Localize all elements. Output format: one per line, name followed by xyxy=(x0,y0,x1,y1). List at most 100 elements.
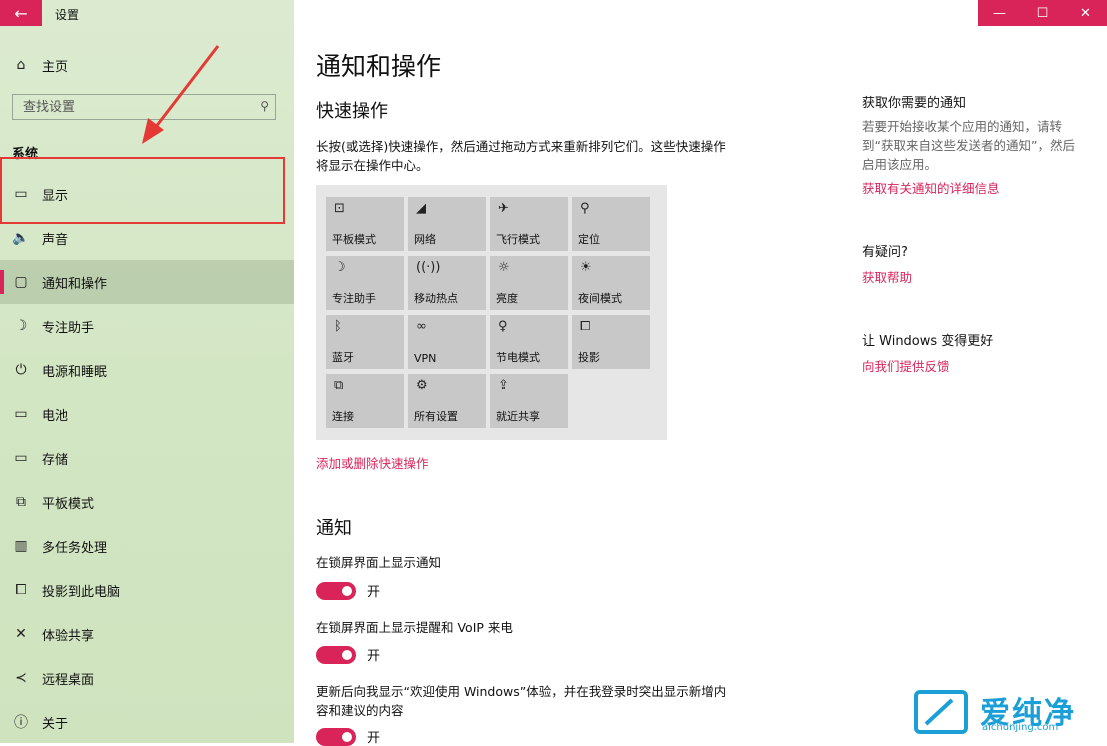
setting-label: 在锁屏界面上显示通知 xyxy=(316,555,442,570)
location-icon: ⚲ xyxy=(580,201,590,216)
sidebar-item-about[interactable]: ⓘ 关于 xyxy=(0,700,294,744)
sidebar-item-label: 电源和睡眠 xyxy=(42,364,108,380)
sidebar-item-label: 体验共享 xyxy=(42,628,95,644)
quick-action-tile[interactable]: ⚙ 所有设置 xyxy=(408,374,486,428)
sidebar-item-label: 专注助手 xyxy=(42,320,95,336)
sidebar-item-label: 主页 xyxy=(42,59,69,75)
watermark: 爱纯净 aichunjing.com xyxy=(914,690,1104,740)
tile-label: 投影 xyxy=(578,351,600,364)
quick-action-tile[interactable]: ⇪ 就近共享 xyxy=(490,374,568,428)
tile-label: 亮度 xyxy=(496,292,518,305)
tile-label: VPN xyxy=(414,352,437,365)
remote-desktop-icon: ≺ xyxy=(15,670,27,686)
sidebar-item-label: 电池 xyxy=(42,408,69,424)
quick-action-tile[interactable]: ⊡ 平板模式 xyxy=(326,197,404,251)
home-icon: ⌂ xyxy=(16,57,26,73)
nearby-share-icon: ⇪ xyxy=(498,378,509,393)
notification-icon: ▢ xyxy=(14,274,28,290)
maximize-button[interactable]: ☐ xyxy=(1021,0,1064,26)
get-notifications-text: 若要开始接收某个应用的通知，请转到“获取来自这些发送者的通知”，然后启用该应用。 xyxy=(862,119,1075,172)
app-title: 设置 xyxy=(55,8,80,22)
sidebar-item-label: 多任务处理 xyxy=(42,540,108,556)
sidebar-item-multitasking[interactable]: ▥ 多任务处理 xyxy=(0,524,294,568)
quick-action-tile[interactable]: ((·)) 移动热点 xyxy=(408,256,486,310)
battery-saver-icon: ♀ xyxy=(498,319,508,334)
sidebar-item-label: 声音 xyxy=(42,232,69,248)
quick-action-tile[interactable]: ☀ 夜间模式 xyxy=(572,256,650,310)
notifications-info-link[interactable]: 获取有关通知的详细信息 xyxy=(862,178,1000,197)
quick-action-tile[interactable]: ☽ 专注助手 xyxy=(326,256,404,310)
battery-icon: ▭ xyxy=(14,406,28,422)
maximize-icon: ☐ xyxy=(1036,5,1049,21)
watermark-logo-icon xyxy=(914,690,968,734)
project-icon: ⧠ xyxy=(15,582,27,598)
sidebar-item-project[interactable]: ⧠ 投影到此电脑 xyxy=(0,568,294,612)
sidebar-item-label: 关于 xyxy=(42,716,69,732)
network-icon: ◢ xyxy=(416,201,426,216)
quick-action-tile[interactable]: ⧉ 连接 xyxy=(326,374,404,428)
tablet-mode-icon: ⊡ xyxy=(334,201,345,216)
quick-action-tile[interactable]: ∞ VPN xyxy=(408,315,486,369)
hotspot-icon: ((·)) xyxy=(416,260,441,275)
tile-label: 蓝牙 xyxy=(332,351,354,364)
sidebar-item-label: 平板模式 xyxy=(42,496,95,512)
moon-icon: ☽ xyxy=(334,260,346,275)
sidebar-item-focus-assist[interactable]: ☽ 专注助手 xyxy=(0,304,294,348)
sidebar-item-shared-experiences[interactable]: ✕ 体验共享 xyxy=(0,612,294,656)
tile-label: 飞行模式 xyxy=(496,233,540,246)
tile-label: 移动热点 xyxy=(414,292,458,305)
moon-icon: ☽ xyxy=(14,318,28,334)
quick-action-tile[interactable]: ☼ 亮度 xyxy=(490,256,568,310)
quick-action-tile[interactable]: ᛒ 蓝牙 xyxy=(326,315,404,369)
vpn-icon: ∞ xyxy=(416,319,427,334)
sidebar-item-label: 存储 xyxy=(42,452,69,468)
sidebar-item-notifications[interactable]: ▢ 通知和操作 xyxy=(0,260,294,304)
sidebar-item-label: 通知和操作 xyxy=(42,276,108,292)
notifications-heading: 通知 xyxy=(316,518,352,539)
toggle-switch[interactable] xyxy=(316,728,356,746)
page-title: 通知和操作 xyxy=(316,52,442,81)
quick-action-tile[interactable]: ◢ 网络 xyxy=(408,197,486,251)
tile-label: 专注助手 xyxy=(332,292,376,305)
sidebar-item-battery[interactable]: ▭ 电池 xyxy=(0,392,294,436)
project-icon: ⧠ xyxy=(580,319,591,334)
main-content: — ☐ ✕ 通知和操作 快速操作 长按(或选择)快速操作，然后通过拖动方式来重新… xyxy=(294,0,1107,746)
quick-actions-panel: ⊡ 平板模式 ◢ 网络 ✈ 飞行模式 ⚲ 定位 ☽ 专注助手 ((·)) 移动热点 ☼ 亮度 … xyxy=(316,185,667,440)
airplane-icon: ✈ xyxy=(498,201,509,216)
get-help-link[interactable]: 获取帮助 xyxy=(862,267,912,286)
minimize-button[interactable]: — xyxy=(978,0,1021,26)
speaker-icon: 🔈 xyxy=(12,230,30,246)
window-controls: — ☐ ✕ xyxy=(978,0,1107,26)
sidebar-item-tablet-mode[interactable]: ⧉ 平板模式 xyxy=(0,480,294,524)
quick-action-tile[interactable]: ⧠ 投影 xyxy=(572,315,650,369)
toggle-state: 开 xyxy=(367,585,381,600)
toggle-switch[interactable] xyxy=(316,582,356,600)
quick-action-tile[interactable]: ⚲ 定位 xyxy=(572,197,650,251)
tile-label: 网络 xyxy=(414,233,436,246)
close-button[interactable]: ✕ xyxy=(1064,0,1107,26)
sidebar-item-power[interactable]: ⏻ 电源和睡眠 xyxy=(0,348,294,392)
tile-label: 定位 xyxy=(578,233,600,246)
quick-actions-heading: 快速操作 xyxy=(316,101,388,122)
sidebar-item-label: 远程桌面 xyxy=(42,672,95,688)
annotation-arrow-icon xyxy=(142,45,220,144)
questions-heading: 有疑问? xyxy=(862,245,908,260)
search-icon[interactable]: ⚲ xyxy=(260,99,269,113)
quick-action-tile[interactable]: ✈ 飞行模式 xyxy=(490,197,568,251)
back-button[interactable]: ← xyxy=(0,0,42,26)
annotation-highlight-box xyxy=(0,157,285,224)
sidebar-item-storage[interactable]: ▭ 存储 xyxy=(0,436,294,480)
feedback-heading: 让 Windows 变得更好 xyxy=(862,334,994,349)
share-icon: ✕ xyxy=(15,626,27,642)
quick-action-tile[interactable]: ♀ 节电模式 xyxy=(490,315,568,369)
feedback-link[interactable]: 向我们提供反馈 xyxy=(862,356,950,375)
edit-quick-actions-link[interactable]: 添加或删除快速操作 xyxy=(316,453,429,472)
sidebar-item-label: 投影到此电脑 xyxy=(42,584,121,600)
storage-icon: ▭ xyxy=(14,450,28,466)
sidebar-item-remote-desktop[interactable]: ≺ 远程桌面 xyxy=(0,656,294,700)
get-notifications-heading: 获取你需要的通知 xyxy=(862,96,967,111)
night-light-icon: ☀ xyxy=(580,260,592,275)
watermark-url: aichunjing.com xyxy=(982,722,1059,733)
toggle-switch[interactable] xyxy=(316,646,356,664)
back-arrow-icon: ← xyxy=(14,3,28,23)
